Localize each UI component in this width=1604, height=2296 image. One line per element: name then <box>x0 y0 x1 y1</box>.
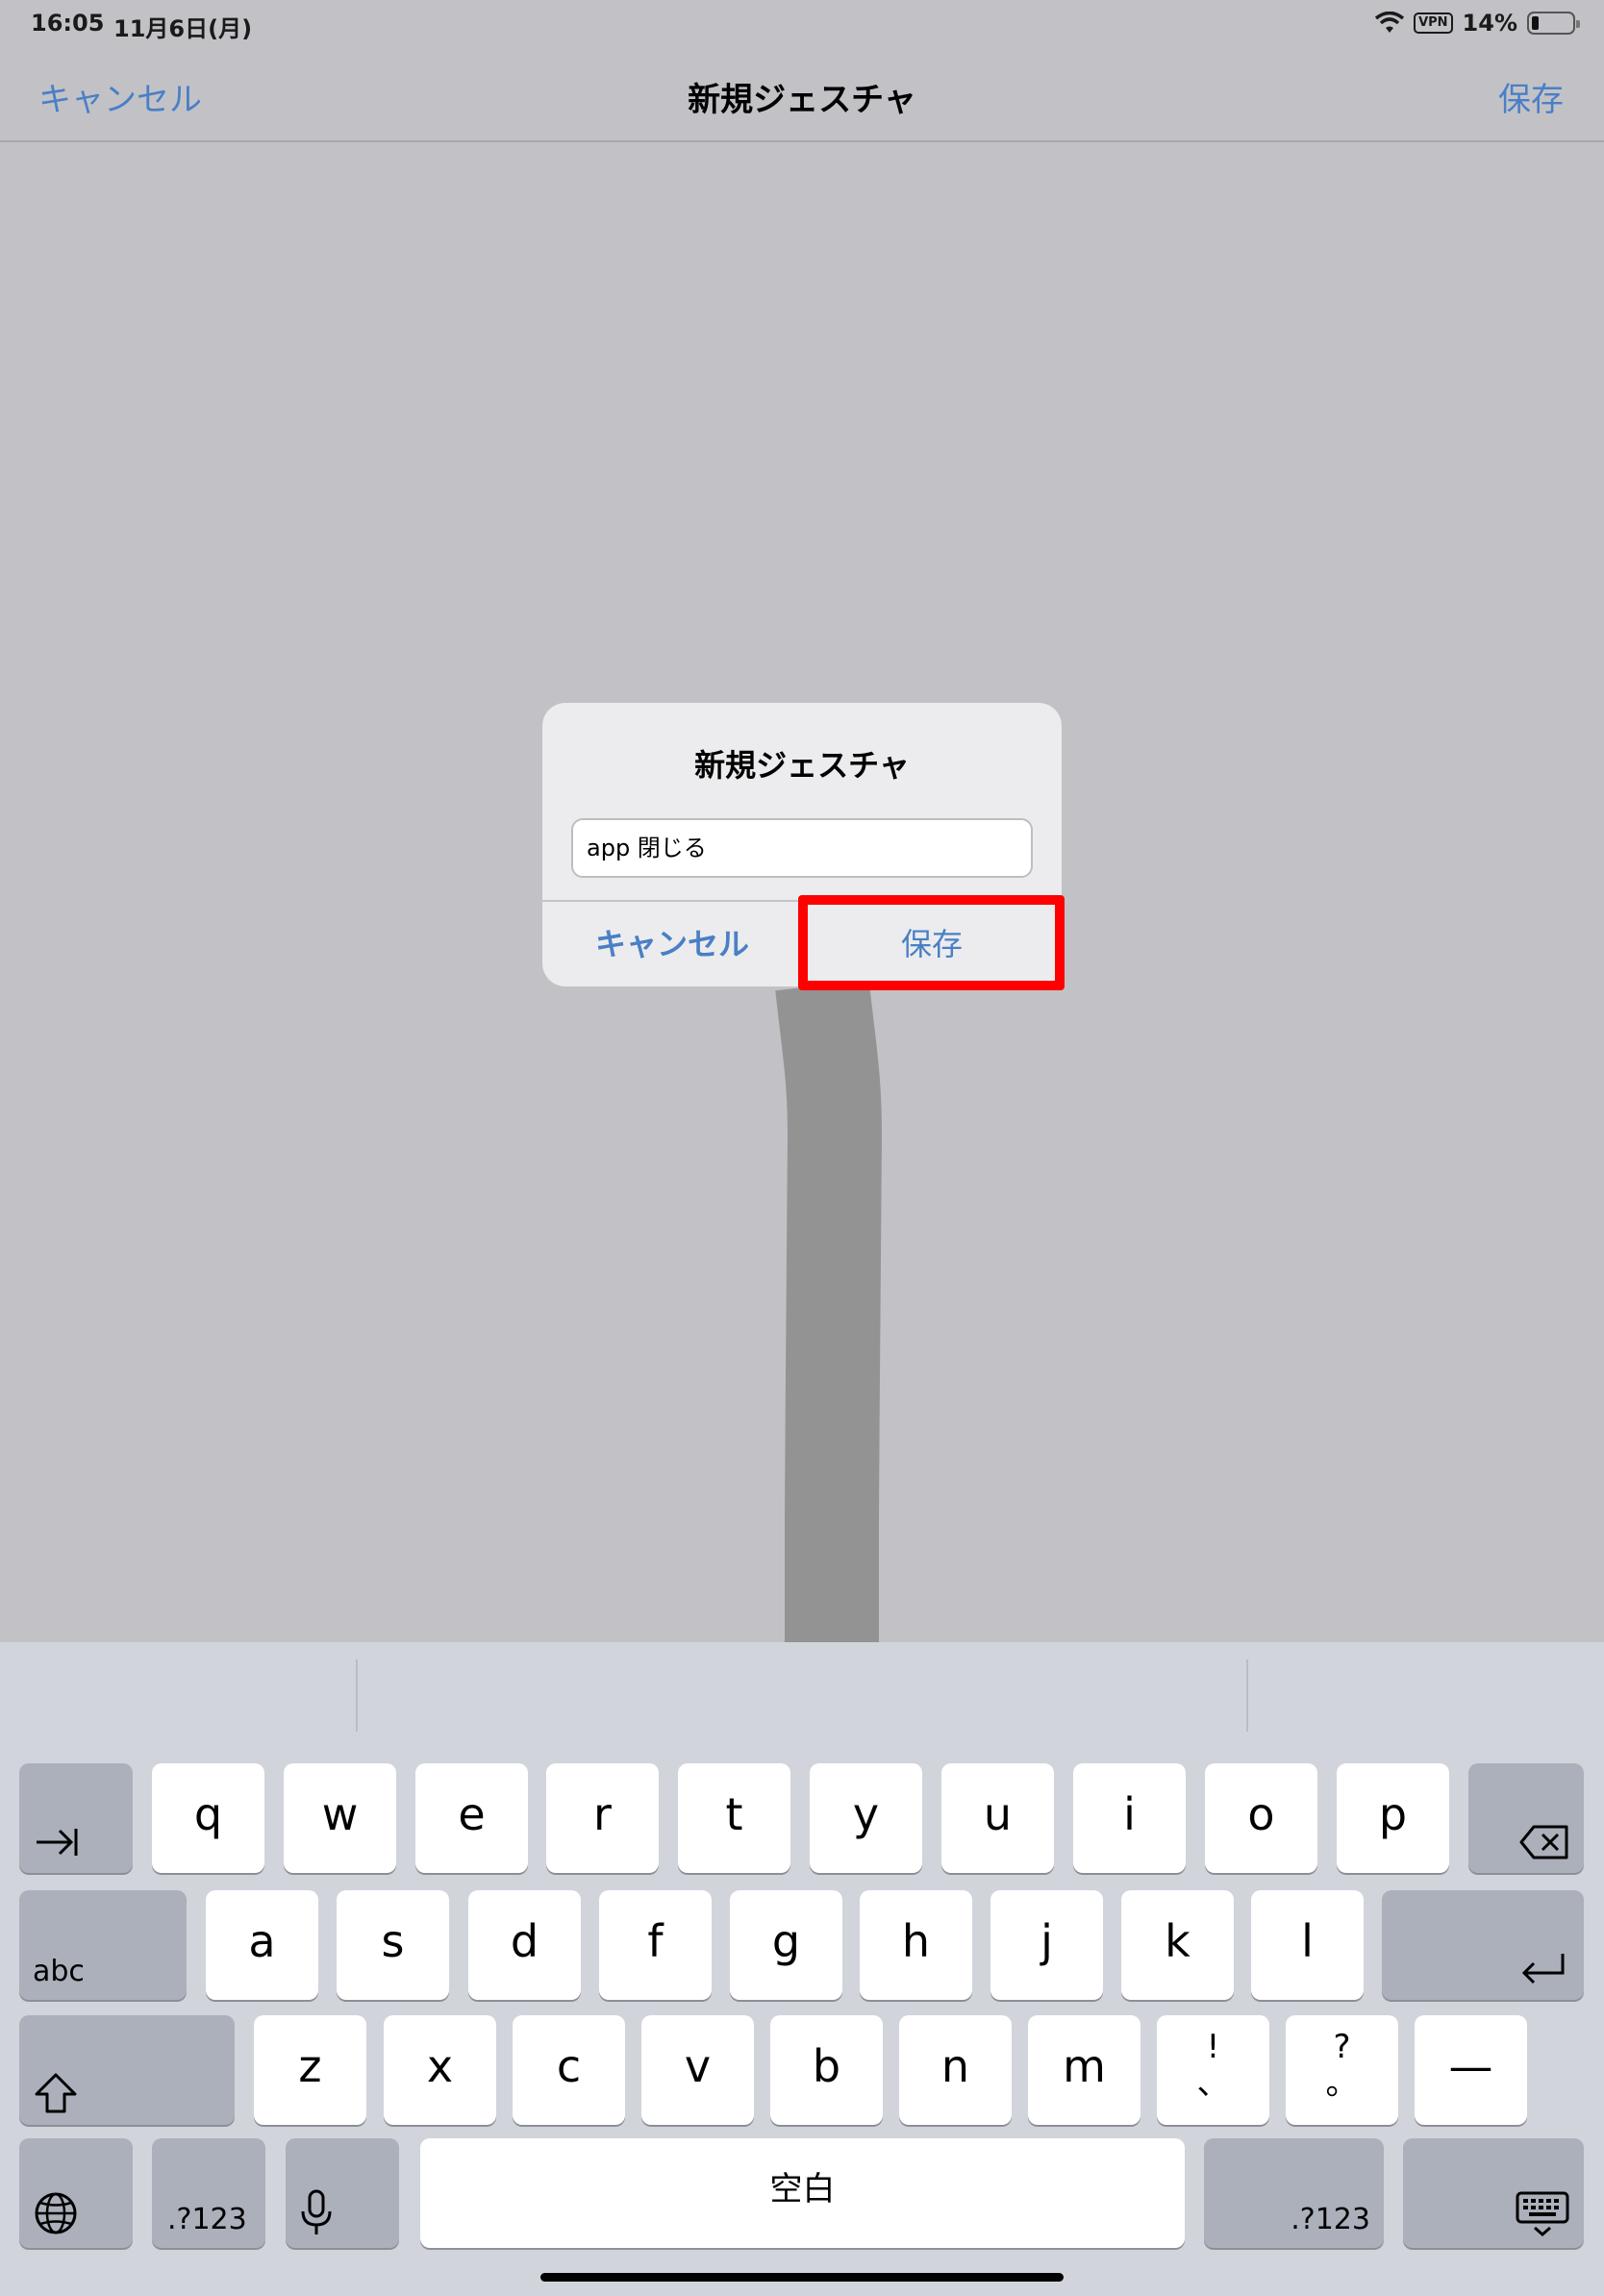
key-m[interactable]: m <box>1028 2015 1140 2125</box>
wifi-icon <box>1375 12 1405 33</box>
delete-icon <box>1519 1825 1568 1859</box>
period-label: 。 <box>1325 2064 1359 2103</box>
key-exclamation[interactable]: !、 <box>1157 2015 1269 2125</box>
key-j[interactable]: j <box>990 1890 1103 2000</box>
page-title: 新規ジェスチャ <box>688 81 916 119</box>
comma-label: 、 <box>1196 2064 1230 2103</box>
numbers-key-left[interactable]: .?123 <box>152 2138 265 2248</box>
nav-save-button[interactable]: 保存 <box>1498 73 1564 120</box>
status-time: 16:05 <box>31 10 105 37</box>
shift-icon <box>35 2073 77 2113</box>
status-right: VPN 14% <box>1375 10 1580 37</box>
key-t[interactable]: t <box>678 1763 790 1873</box>
key-f[interactable]: f <box>599 1890 712 2000</box>
home-indicator <box>540 2273 1064 2282</box>
key-dash[interactable]: — <box>1415 2015 1527 2125</box>
key-v[interactable]: v <box>641 2015 754 2125</box>
key-y[interactable]: y <box>810 1763 922 1873</box>
suggestion-divider <box>1246 1660 1248 1732</box>
key-b[interactable]: b <box>770 2015 883 2125</box>
abc-label: abc <box>33 1955 85 1988</box>
gesture-name-input[interactable]: app 閉じる <box>571 818 1033 878</box>
key-h[interactable]: h <box>860 1890 972 2000</box>
key-c[interactable]: c <box>513 2015 625 2125</box>
abc-key[interactable]: abc <box>19 1890 187 2000</box>
numbers-label-right: .?123 <box>1291 2203 1370 2236</box>
numbers-key-right[interactable]: .?123 <box>1204 2138 1384 2248</box>
key-d[interactable]: d <box>468 1890 581 2000</box>
key-l[interactable]: l <box>1251 1890 1364 2000</box>
battery-icon <box>1527 12 1580 35</box>
exclamation-label: ! <box>1206 2028 1220 2066</box>
key-i[interactable]: i <box>1073 1763 1186 1873</box>
question-label: ? <box>1333 2028 1351 2066</box>
tab-key[interactable] <box>19 1763 133 1873</box>
battery-percent: 14% <box>1462 10 1517 37</box>
key-question[interactable]: ?。 <box>1286 2015 1398 2125</box>
key-o[interactable]: o <box>1205 1763 1317 1873</box>
numbers-label-left: .?123 <box>167 2203 247 2236</box>
nav-cancel-button[interactable]: キャンセル <box>38 73 202 120</box>
key-p[interactable]: p <box>1337 1763 1449 1873</box>
status-bar: 16:05 11月6日(月) VPN 14% <box>0 0 1604 46</box>
shift-key[interactable] <box>19 2015 235 2125</box>
key-a[interactable]: a <box>206 1890 318 2000</box>
delete-key[interactable] <box>1468 1763 1584 1873</box>
globe-key[interactable] <box>19 2138 133 2248</box>
return-icon <box>1521 1954 1565 1984</box>
globe-icon <box>35 2192 77 2234</box>
tab-icon <box>37 1829 78 1856</box>
microphone-icon <box>301 2189 332 2234</box>
alert-title: 新規ジェスチャ <box>694 747 910 784</box>
hide-keyboard-icon <box>1516 2191 1569 2236</box>
dictation-key[interactable] <box>286 2138 399 2248</box>
status-date: 11月6日(月) <box>113 15 253 42</box>
alert-cancel-button[interactable]: キャンセル <box>542 902 802 986</box>
key-z[interactable]: z <box>254 2015 366 2125</box>
save-highlight-box <box>798 895 1065 990</box>
suggestion-divider <box>356 1660 358 1732</box>
key-k[interactable]: k <box>1121 1890 1234 2000</box>
key-n[interactable]: n <box>899 2015 1012 2125</box>
key-w[interactable]: w <box>284 1763 396 1873</box>
key-g[interactable]: g <box>730 1890 842 2000</box>
key-e[interactable]: e <box>415 1763 528 1873</box>
vpn-badge: VPN <box>1414 12 1453 34</box>
hide-keyboard-key[interactable] <box>1403 2138 1584 2248</box>
key-s[interactable]: s <box>337 1890 449 2000</box>
key-x[interactable]: x <box>384 2015 496 2125</box>
keyboard: q w e r t y u i o p abc a s d f g h j k … <box>0 1642 1604 2296</box>
navigation-bar: 新規ジェスチャ キャンセル 保存 <box>0 46 1604 142</box>
key-q[interactable]: q <box>152 1763 264 1873</box>
key-u[interactable]: u <box>941 1763 1054 1873</box>
return-key[interactable] <box>1382 1890 1584 2000</box>
key-r[interactable]: r <box>546 1763 659 1873</box>
space-key[interactable]: 空白 <box>420 2138 1185 2248</box>
